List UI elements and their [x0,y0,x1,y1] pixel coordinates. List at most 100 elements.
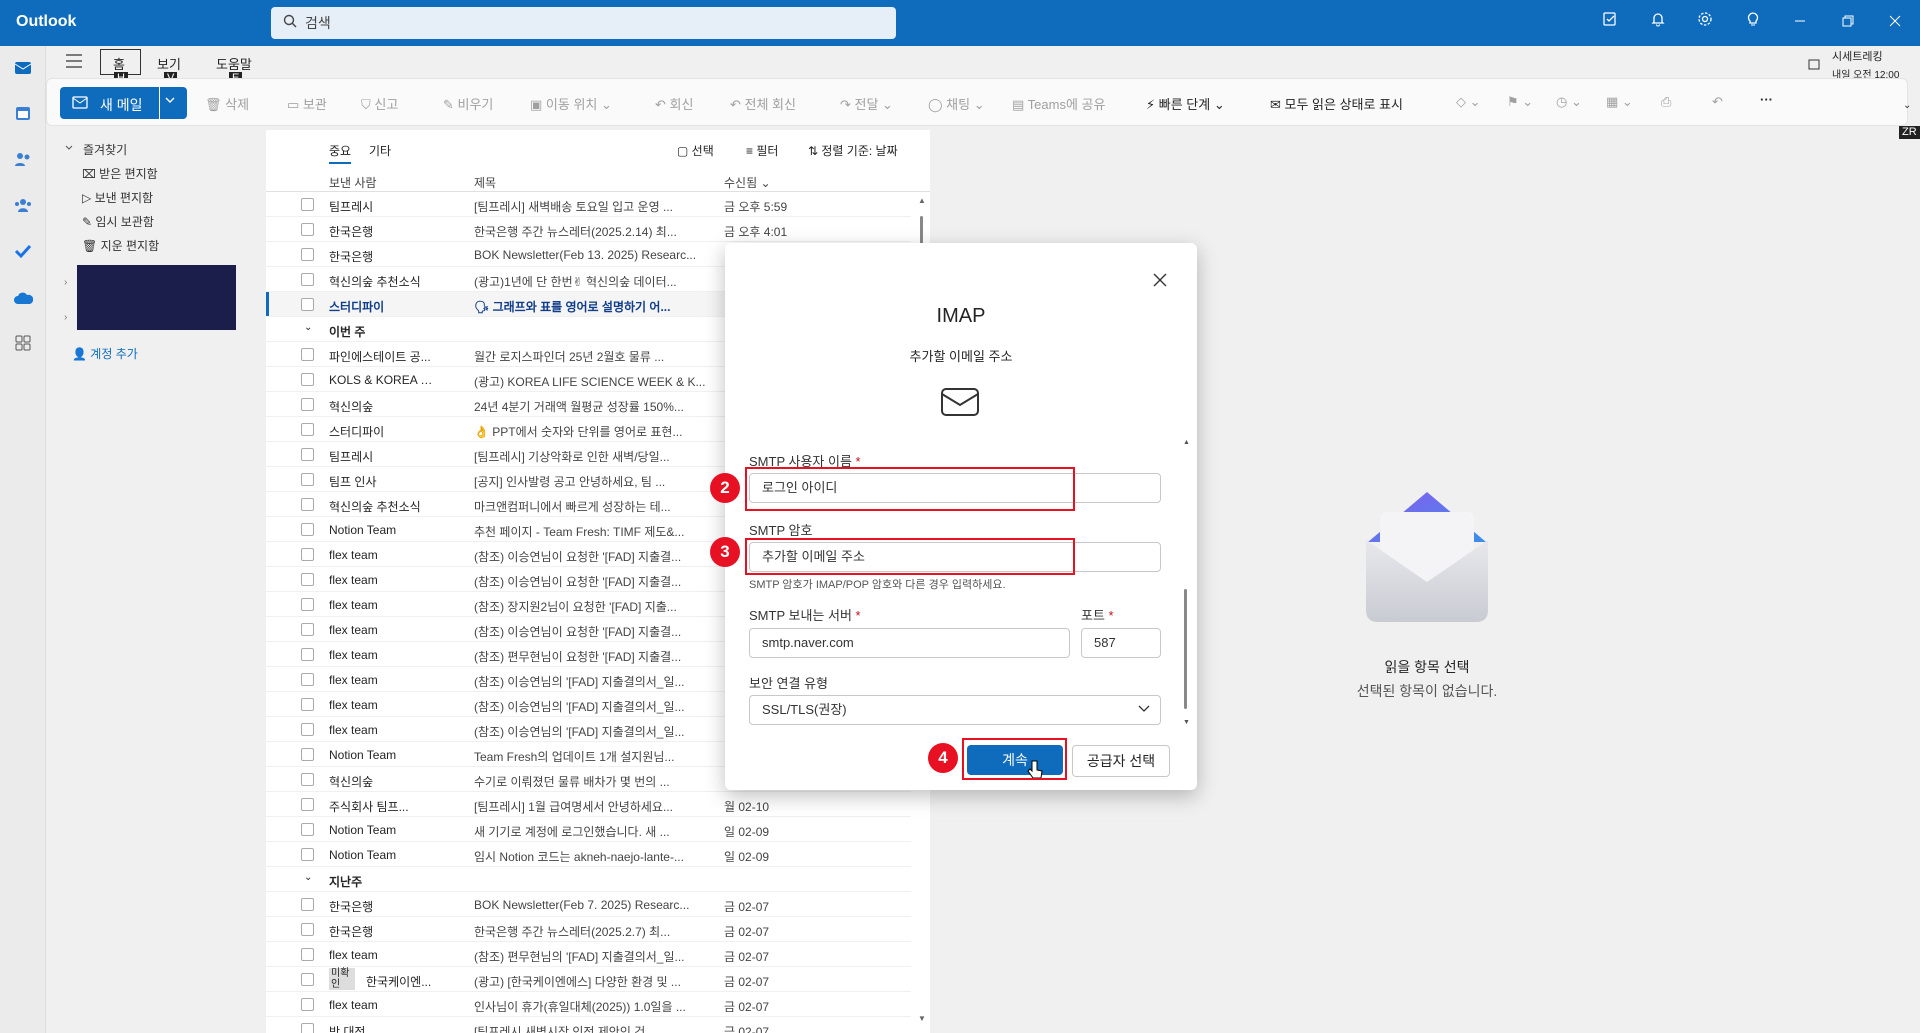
reply-all-button[interactable]: ↶ 전체 회신 [730,94,796,113]
favorites-header[interactable]: 즐겨찾기 [83,141,127,158]
tab-view[interactable]: 보기 V [157,54,181,85]
calendar-icon[interactable] [8,102,38,132]
row-checkbox[interactable] [301,373,314,386]
people-icon[interactable] [8,148,38,178]
forward-button[interactable]: ↷ 전달 ⌄ [840,94,893,113]
onedrive-cloud-icon[interactable] [8,286,38,316]
archive-button[interactable]: ▭ 보관 [287,94,327,113]
row-checkbox[interactable] [301,498,314,511]
row-checkbox[interactable] [301,348,314,361]
add-account-link[interactable]: 👤 계정 추가 [72,345,138,362]
table-row[interactable]: Notion Team 임시 Notion 코드는 akneh-naejo-lan… [266,842,911,867]
mail-icon[interactable] [8,56,38,86]
row-checkbox[interactable] [301,448,314,461]
table-row[interactable]: 미확인 한국케이엔... (광고) [한국케이엔에스] 다양한 환경 및 ... 금 … [266,967,911,992]
row-checkbox[interactable] [301,223,314,236]
undo-icon[interactable]: ↶ [1712,94,1723,110]
lightbulb-icon[interactable] [1733,8,1773,38]
apps-icon[interactable] [8,332,38,362]
teams-share-button[interactable]: ▤ Teams에 공유 [1012,94,1105,113]
tab-focused[interactable]: 중요 [329,142,352,164]
favorites-chevron-icon[interactable] [64,141,74,156]
sort-button[interactable]: ⇅ 정렬 기준: 날짜 [808,142,898,159]
table-row[interactable]: 한국은행 BOK Newsletter(Feb 7. 2025) Researc.… [266,892,911,917]
table-row[interactable]: 한국은행 한국은행 주간 뉴스레터(2025.2.14) 최... 금 오후 4:0… [266,217,911,242]
row-checkbox[interactable] [301,673,314,686]
print-icon[interactable]: ⎙ [1661,94,1671,110]
folder-drafts[interactable]: ✎ 임시 보관함 [82,213,154,230]
chat-button[interactable]: ◯ 채팅 ⌄ [928,94,985,113]
col-from[interactable]: 보낸 사람 [329,174,377,191]
row-checkbox[interactable] [301,1023,314,1033]
table-row[interactable]: 박 대전 [팀프레시 새벽시작 인전 제안인 건 금 02-07 [266,1017,911,1033]
close-icon[interactable] [1153,273,1167,290]
filter-button[interactable]: ≡ 필터 [746,142,778,159]
row-checkbox[interactable] [301,248,314,261]
todo-check-icon[interactable] [8,240,38,270]
row-checkbox[interactable] [301,773,314,786]
reply-button[interactable]: ↶ 회신 [655,94,693,113]
group-chevron-icon[interactable]: ⌄ [304,872,312,883]
quick-steps-button[interactable]: ⚡ 빠른 단계 ⌄ [1146,94,1225,113]
row-checkbox[interactable] [301,548,314,561]
dialog-scrollbar[interactable]: ▲ ▼ [1183,439,1190,729]
tab-help[interactable]: 도움말 E [216,54,252,85]
delete-button[interactable]: 🗑 삭제 [205,94,249,113]
list-group-header[interactable]: ⌄ 지난주 [266,867,911,892]
table-row[interactable]: Notion Team 새 기기로 계정에 로그인했습니다. 새 ... 일 02-… [266,817,911,842]
clock-icon[interactable]: ◷ ⌄ [1556,94,1582,110]
col-subject[interactable]: 제목 [474,174,496,191]
row-checkbox[interactable] [301,473,314,486]
folder-inbox[interactable]: ⌧ 받은 편지함 [82,165,158,182]
row-checkbox[interactable] [301,273,314,286]
row-checkbox[interactable] [301,198,314,211]
table-row[interactable]: 팀프레시 [팀프레시] 새벽배송 토요일 입고 운영 ... 금 오후 5:59 [266,192,911,217]
chevron-down-icon[interactable] [164,94,176,109]
row-checkbox[interactable] [301,898,314,911]
close-icon[interactable] [1875,8,1915,38]
row-checkbox[interactable] [301,573,314,586]
upcoming-event[interactable]: 시세트레킹 내일 오전 12:00 [1832,48,1899,81]
account-expand-icon[interactable]: › [64,277,67,288]
table-row[interactable]: flex team (참조) 편무현님의 '[FAD] 지출결의서_일... 금 0… [266,942,911,967]
row-checkbox[interactable] [301,698,314,711]
report-button[interactable]: ⛉ 신고 [361,94,398,113]
restore-icon[interactable] [1828,8,1868,38]
row-checkbox[interactable] [301,823,314,836]
new-mail-button[interactable]: 새 메일 [60,87,187,119]
bell-icon[interactable] [1638,8,1678,38]
minimize-icon[interactable] [1780,8,1820,38]
mark-all-read-button[interactable]: ✉ 모두 읽은 상태로 표시 [1270,94,1403,113]
row-checkbox[interactable] [301,398,314,411]
folder-sent[interactable]: ▷ 보낸 편지함 [82,189,153,206]
hamburger-icon[interactable] [66,54,82,71]
table-row[interactable]: 주식회사 팀프... [팀프레시] 1월 급여명세서 안녕하세요... 월 02-1… [266,792,911,817]
flag-icon[interactable]: ⚑ ⌄ [1507,94,1533,110]
row-checkbox[interactable] [301,723,314,736]
row-checkbox[interactable] [301,423,314,436]
row-checkbox[interactable] [301,848,314,861]
security-select[interactable]: SSL/TLS(권장) [749,695,1161,725]
table-row[interactable]: flex team 인사님이 휴가(휴일대체(2025)) 1.0일을 ... 금 … [266,992,911,1017]
search-input[interactable]: 검색 [271,7,896,39]
row-checkbox[interactable] [301,798,314,811]
tag-icon[interactable]: ◇ ⌄ [1456,94,1481,110]
table-row[interactable]: 한국은행 한국은행 주간 뉴스레터(2025.2.7) 최... 금 02-07 [266,917,911,942]
row-checkbox[interactable] [301,748,314,761]
ribbon-collapse-icon[interactable]: ⌄ [1903,100,1911,111]
col-received[interactable]: 수신됨 ⌄ [724,174,771,191]
gear-icon[interactable] [1685,8,1725,38]
tab-other[interactable]: 기타 [369,142,391,159]
select-button[interactable]: ▢ 선택 [677,142,714,159]
row-checkbox[interactable] [301,923,314,936]
group-chevron-icon[interactable]: ⌄ [304,322,312,333]
row-checkbox[interactable] [301,998,314,1011]
move-button[interactable]: ▣ 이동 위치 ⌄ [530,94,612,113]
port-field[interactable]: 587 [1081,628,1161,658]
more-options-icon[interactable]: ··· [1760,92,1773,107]
row-checkbox[interactable] [301,598,314,611]
folder-deleted[interactable]: 🗑 지운 편지함 [82,237,159,254]
row-checkbox[interactable] [301,523,314,536]
tab-home[interactable]: 홈 H [100,49,141,85]
notes-icon[interactable] [1590,8,1630,38]
